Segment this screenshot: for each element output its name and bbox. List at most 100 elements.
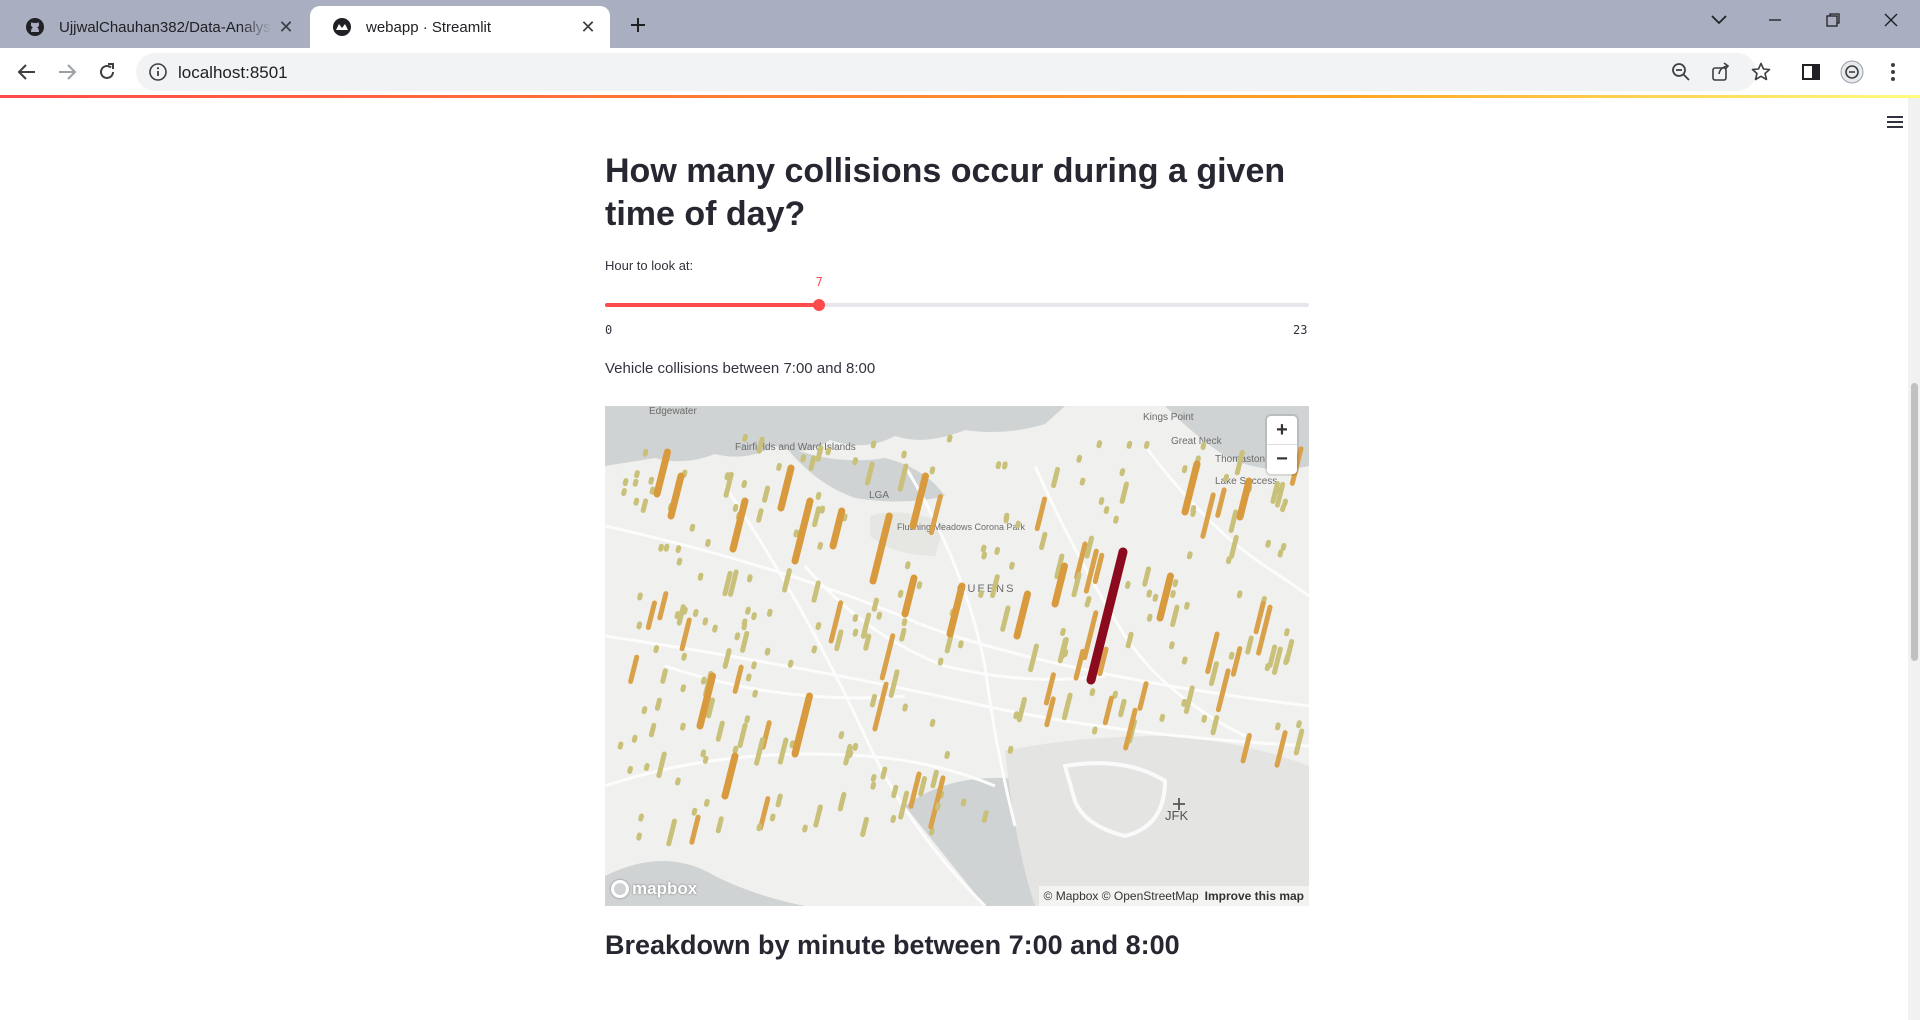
collision-column: [675, 777, 681, 786]
collision-column: [1015, 520, 1021, 529]
share-button[interactable]: [1709, 60, 1733, 84]
zoom-in-button[interactable]: +: [1267, 416, 1297, 445]
collision-column: [1236, 590, 1243, 599]
zoom-button[interactable]: [1669, 60, 1693, 84]
collision-column: [700, 749, 707, 758]
collision-column: [712, 624, 718, 633]
collision-column: [982, 810, 989, 819]
close-icon: [1884, 13, 1898, 27]
collision-column: [621, 488, 627, 497]
collision-column: [642, 448, 649, 457]
reload-button[interactable]: [90, 55, 124, 89]
new-tab-button[interactable]: [622, 9, 654, 41]
side-panel-button[interactable]: [1797, 58, 1825, 86]
collision-column: [852, 614, 859, 623]
page-scrollbar-thumb[interactable]: [1911, 383, 1918, 661]
collision-column: [1170, 589, 1176, 598]
mapbox-ring-icon: [611, 880, 629, 898]
chrome-menu-button[interactable]: [1879, 58, 1907, 86]
collision-column: [870, 781, 877, 790]
collision-column: [1228, 651, 1235, 660]
collision-column: [702, 755, 709, 764]
close-window-button[interactable]: [1868, 0, 1914, 40]
streamlit-main-menu-button[interactable]: [1883, 110, 1907, 134]
mapbox-logo[interactable]: mapbox: [611, 879, 697, 899]
collision-column: [769, 813, 776, 822]
address-bar[interactable]: localhost:8501: [136, 53, 1771, 91]
slider-thumb[interactable]: [813, 299, 826, 311]
collision-column: [1003, 515, 1010, 524]
collision-column: [899, 627, 907, 642]
tab-github[interactable]: UjjwalChauhan382/Data-Analysis ✕: [3, 6, 308, 48]
map-label-jfk: JFK: [1165, 808, 1188, 823]
collision-column: [1200, 441, 1207, 450]
collision-column: [734, 632, 741, 641]
hour-slider[interactable]: 7: [605, 275, 1309, 311]
collision-column: [1159, 713, 1166, 722]
plus-icon: [631, 18, 645, 32]
bookmark-button[interactable]: [1749, 60, 1773, 84]
improve-map-link[interactable]: Improve this map: [1205, 889, 1304, 903]
collision-column: [1181, 698, 1187, 707]
collision-column: [663, 543, 670, 552]
close-tab-icon[interactable]: ✕: [272, 13, 300, 41]
map-label-queens: QUEENS: [957, 583, 1015, 595]
minimize-icon: [1769, 19, 1781, 21]
tab-streamlit[interactable]: webapp · Streamlit ✕: [310, 6, 610, 48]
collision-column: [1283, 657, 1289, 666]
forward-button[interactable]: [50, 55, 84, 89]
minimize-button[interactable]: [1752, 0, 1798, 40]
tab-title: UjjwalChauhan382/Data-Analysis: [59, 18, 272, 36]
collision-column: [946, 434, 953, 443]
collision-column: [1146, 613, 1153, 622]
info-icon[interactable]: [148, 62, 168, 82]
collision-column: [715, 816, 724, 834]
collision-column: [981, 551, 988, 560]
attribution-text[interactable]: © Mapbox © OpenStreetMap: [1044, 889, 1199, 903]
collision-column: [1283, 628, 1290, 637]
collision-column: [732, 503, 739, 512]
collision-column: [641, 706, 648, 715]
hamburger-menu-icon: [1887, 116, 1903, 128]
collision-column: [1091, 726, 1098, 735]
slider-min-label: 0: [605, 323, 613, 337]
collision-column: [627, 765, 633, 774]
profile-avatar-icon: [1840, 60, 1864, 84]
collision-column: [766, 608, 773, 617]
restore-icon: [1826, 13, 1840, 27]
collision-column: [1076, 454, 1083, 463]
tab-strip: UjjwalChauhan382/Data-Analysis ✕ webapp …: [0, 0, 1920, 48]
back-button[interactable]: [10, 55, 44, 89]
collision-column: [1060, 627, 1066, 636]
collision-column: [1277, 549, 1284, 558]
forward-arrow-icon: [59, 64, 77, 80]
collision-column: [776, 462, 782, 471]
collision-column: [904, 561, 911, 570]
collision-column: [1225, 556, 1232, 565]
collision-column: [636, 832, 642, 841]
collision-column: [632, 478, 639, 487]
collision-column: [1186, 551, 1193, 560]
collision-column: [1096, 440, 1103, 449]
collision-column: [825, 447, 832, 456]
profile-button[interactable]: [1838, 58, 1866, 86]
restore-button[interactable]: [1810, 0, 1856, 40]
collision-column: [617, 741, 624, 750]
collision-column: [890, 814, 897, 823]
slider-label: Hour to look at:: [605, 258, 694, 273]
collision-map[interactable]: Edgewater Fairfields and Ward Islands Ki…: [605, 406, 1309, 906]
collision-column: [1098, 497, 1105, 506]
tab-search-button[interactable]: [1696, 0, 1742, 40]
collision-column: [649, 486, 656, 495]
streamlit-decoration-bar: [0, 95, 1920, 98]
tab-title: webapp · Streamlit: [366, 18, 492, 36]
page-title: How many collisions occur during a given…: [605, 152, 1286, 233]
slider-max-label: 23: [1293, 323, 1308, 337]
collision-column: [980, 544, 987, 553]
zoom-out-button[interactable]: −: [1267, 445, 1297, 474]
collision-column: [870, 440, 877, 449]
share-icon: [1712, 62, 1730, 81]
close-tab-icon[interactable]: ✕: [574, 13, 602, 41]
collision-column: [741, 618, 748, 627]
map-label-fairfields: Fairfields and Ward Islands: [735, 442, 856, 453]
